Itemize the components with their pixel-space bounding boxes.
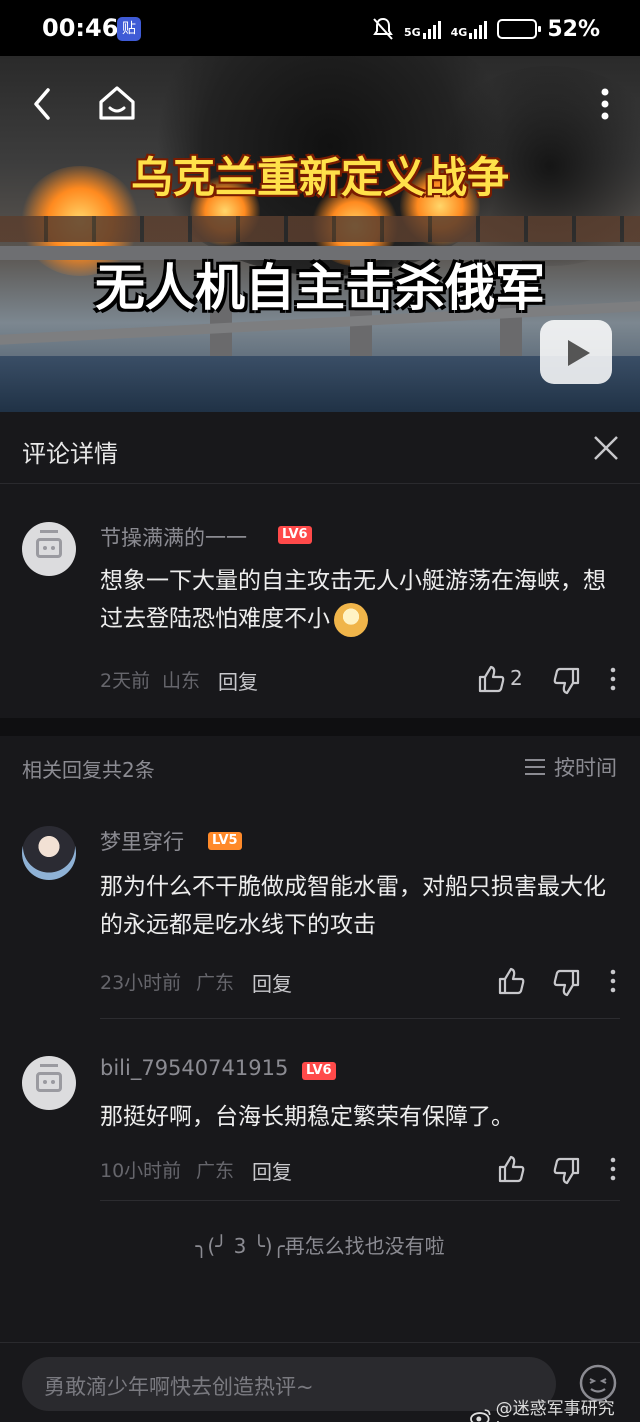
reply-location: 广东 — [196, 1160, 235, 1182]
reply-text: 那挺好啊，台海长期稳定繁荣有保障了。 — [100, 1104, 514, 1130]
input-placeholder: 勇敢滴少年啊快去创造热评~ — [44, 1375, 314, 1399]
reply-username[interactable]: bili_79540741915 — [100, 1056, 288, 1080]
weibo-logo-icon — [470, 1408, 491, 1422]
like-icon[interactable] — [496, 966, 526, 996]
dislike-icon[interactable] — [552, 968, 582, 998]
comment-text: 想象一下大量的自主攻击无人小艇游荡在海峡，想过去登陆恐怕难度不小 — [100, 562, 620, 638]
like-count: 2 — [510, 666, 523, 690]
more-options-icon[interactable] — [598, 1154, 628, 1184]
page-title: 评论详情 — [22, 440, 118, 468]
section-divider — [0, 718, 640, 736]
like-icon[interactable] — [496, 1154, 526, 1184]
reply-divider — [100, 1018, 620, 1019]
avatar[interactable] — [22, 522, 76, 576]
video-banner[interactable]: 乌克兰重新定义战争 无人机自主击杀俄军 — [0, 56, 640, 412]
dislike-icon[interactable] — [552, 1156, 582, 1186]
level-badge: LV6 — [302, 1062, 336, 1080]
sort-by-time-button[interactable]: 按时间 — [524, 752, 617, 782]
like-icon[interactable] — [476, 664, 506, 694]
battery-percent: 52% — [547, 16, 600, 42]
reply-time: 23小时前 — [100, 972, 182, 994]
reply-time: 10小时前 — [100, 1160, 182, 1182]
list-icon — [525, 759, 545, 775]
reply-username[interactable]: 梦里穿行 — [100, 826, 184, 856]
notification-app-icon: 贴 — [117, 17, 141, 41]
more-options-icon[interactable] — [598, 966, 628, 996]
level-badge: LV5 — [208, 832, 242, 850]
end-of-list-message: ╮(╯ 3 ╰)╭再怎么找也没有啦 — [195, 1234, 445, 1258]
watermark: @迷惑军事研究bot — [470, 1394, 640, 1422]
home-icon[interactable] — [96, 82, 138, 124]
reply-location: 广东 — [196, 972, 235, 994]
reply-text: 那为什么不干脆做成智能水雷，对船只损害最大化的永远都是吃水线下的攻击 — [100, 874, 606, 938]
more-vertical-icon[interactable] — [590, 84, 620, 124]
reply-button[interactable]: 回复 — [252, 1156, 292, 1185]
dislike-icon[interactable] — [552, 666, 582, 696]
comment-location: 山东 — [162, 670, 201, 692]
clock: 00:46 — [42, 14, 119, 42]
doge-emoji-icon — [334, 602, 368, 637]
status-bar: 00:46 贴 5G 4G 52% — [0, 0, 640, 56]
back-arrow-icon[interactable] — [24, 84, 64, 124]
signal-5g: 5G — [404, 19, 441, 39]
comment-username[interactable]: 节操满满的一一 — [100, 522, 247, 552]
more-options-icon[interactable] — [598, 664, 628, 694]
reply-divider — [100, 1200, 620, 1201]
comment-detail-header: 评论详情 — [0, 412, 640, 484]
related-replies-count: 相关回复共2条 — [22, 758, 155, 782]
sort-label: 按时间 — [554, 756, 617, 780]
reply-button[interactable]: 回复 — [218, 666, 258, 695]
level-badge: LV6 — [278, 526, 312, 544]
signal-4g: 4G — [451, 19, 488, 39]
comment-time: 2天前 — [100, 670, 151, 692]
close-icon[interactable] — [592, 434, 620, 462]
reply-button[interactable]: 回复 — [252, 968, 292, 997]
video-title-line2: 无人机自主击杀俄军 — [95, 259, 545, 317]
play-button-icon[interactable] — [540, 320, 612, 384]
avatar[interactable] — [22, 1056, 76, 1110]
mute-bell-icon — [373, 17, 393, 40]
video-title-line1: 乌克兰重新定义战争 — [130, 153, 509, 202]
battery-icon — [497, 19, 542, 39]
avatar[interactable] — [22, 826, 76, 880]
